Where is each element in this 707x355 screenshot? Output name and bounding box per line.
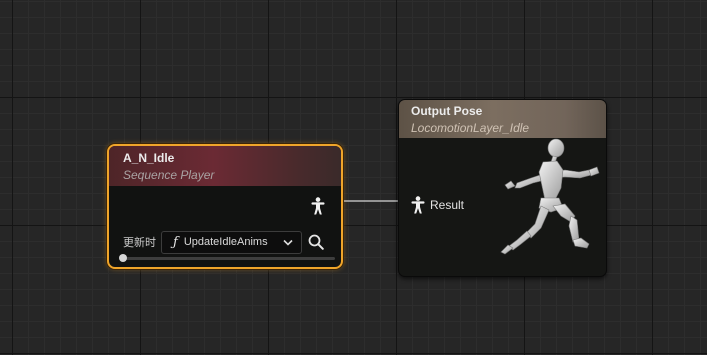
node-subtitle: Sequence Player xyxy=(123,168,215,182)
result-input-pin[interactable]: Result xyxy=(411,196,464,214)
function-icon: ƒ xyxy=(173,234,178,250)
node-subtitle: LocomotionLayer_Idle xyxy=(411,121,530,135)
node-header[interactable]: A_N_Idle Sequence Player xyxy=(109,146,341,186)
playback-slider-thumb[interactable] xyxy=(119,254,127,262)
playback-slider[interactable] xyxy=(119,254,335,262)
mannequin-running-icon xyxy=(500,138,600,255)
on-update-label: 更新时 xyxy=(123,237,156,249)
result-pin-label: Result xyxy=(430,198,465,212)
pose-output-pin[interactable] xyxy=(311,197,325,215)
function-name: UpdateIdleAnims xyxy=(183,236,268,248)
pose-pin-icon xyxy=(411,196,425,214)
sequence-player-node[interactable]: A_N_Idle Sequence Player 更新时 ƒ UpdateIdl… xyxy=(107,144,343,269)
search-icon[interactable] xyxy=(308,234,324,250)
chevron-down-icon xyxy=(283,239,293,246)
node-title: A_N_Idle xyxy=(123,151,175,165)
pose-pin-icon xyxy=(311,197,325,215)
node-title: Output Pose xyxy=(411,104,483,118)
output-pose-node[interactable]: Output Pose LocomotionLayer_Idle Result xyxy=(398,99,607,277)
on-update-row: 更新时 ƒ UpdateIdleAnims xyxy=(123,230,324,254)
node-header[interactable]: Output Pose LocomotionLayer_Idle xyxy=(399,100,606,138)
on-update-function-dropdown[interactable]: ƒ UpdateIdleAnims xyxy=(161,230,302,254)
